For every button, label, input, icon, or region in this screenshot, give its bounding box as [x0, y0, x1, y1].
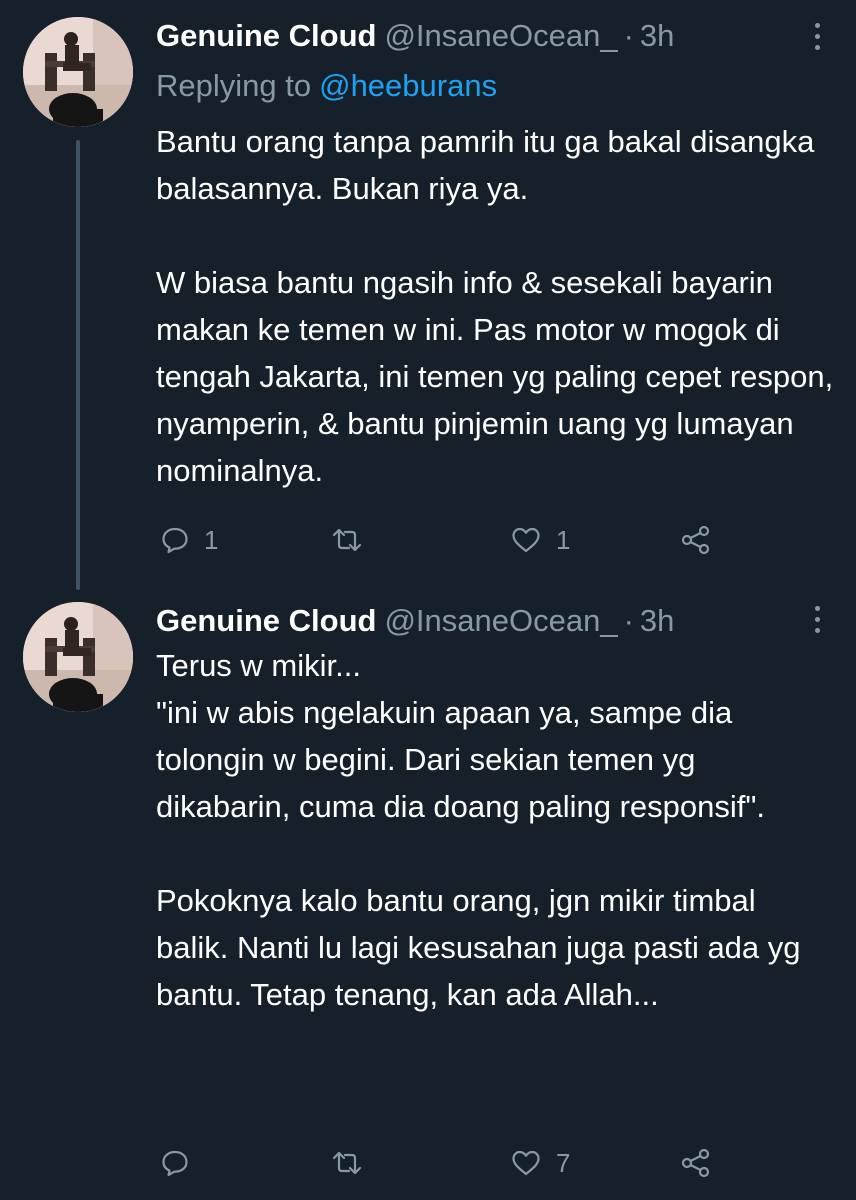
avatar[interactable] — [23, 602, 133, 712]
tweet-text: Terus w mikir... "ini w abis ngelakuin a… — [156, 642, 836, 1018]
avatar[interactable] — [23, 17, 133, 127]
more-options-icon[interactable] — [808, 599, 826, 639]
tweet-actions: 7 — [160, 1143, 720, 1183]
reply-button[interactable] — [160, 1143, 204, 1183]
like-button[interactable]: 1 — [510, 520, 570, 560]
like-icon — [510, 1148, 542, 1178]
tweet-paragraph: Terus w mikir... — [156, 648, 361, 683]
tweet-paragraph: Pokoknya kalo bantu orang, jgn mikir tim… — [156, 883, 801, 1012]
retweet-button[interactable] — [330, 520, 378, 560]
tweet-timestamp[interactable]: 3h — [640, 603, 674, 638]
share-button[interactable] — [680, 1143, 712, 1183]
reply-count: 1 — [204, 524, 219, 555]
author-handle[interactable]: @InsaneOcean_ — [384, 18, 617, 53]
retweet-icon — [330, 525, 364, 555]
tweet[interactable]: Genuine Cloud @InsaneOcean_ · 3h Terus w mi… — [0, 580, 856, 1200]
separator-dot: · — [623, 18, 634, 53]
replying-to-label: Replying to — [156, 68, 312, 103]
retweet-icon — [330, 1148, 364, 1178]
retweet-button[interactable] — [330, 1143, 378, 1183]
share-icon — [680, 524, 712, 556]
reply-icon — [160, 525, 190, 555]
like-icon — [510, 525, 542, 555]
separator-dot: · — [623, 603, 634, 638]
tweet-timestamp[interactable]: 3h — [640, 18, 674, 53]
author-handle[interactable]: @InsaneOcean_ — [384, 603, 617, 638]
more-options-icon[interactable] — [808, 16, 826, 56]
thread-connector-line — [76, 140, 80, 590]
like-button[interactable]: 7 — [510, 1143, 570, 1183]
tweet-header: Genuine Cloud @InsaneOcean_ · 3h — [156, 14, 674, 58]
tweet-header: Genuine Cloud @InsaneOcean_ · 3h — [156, 599, 674, 643]
tweet-paragraph: W biasa bantu ngasih info & sesekali bay… — [156, 265, 834, 488]
author-name[interactable]: Genuine Cloud — [156, 603, 376, 638]
like-count: 1 — [556, 524, 571, 555]
reply-button[interactable]: 1 — [160, 520, 218, 560]
tweet[interactable]: Genuine Cloud @InsaneOcean_ · 3h Replying t… — [0, 0, 856, 590]
tweet-paragraph: Bantu orang tanpa pamrih itu ga bakal di… — [156, 124, 815, 206]
tweet-actions: 1 1 — [160, 520, 720, 560]
reply-mention-link[interactable]: @heeburans — [319, 68, 497, 103]
like-count: 7 — [556, 1147, 571, 1178]
share-icon — [680, 1147, 712, 1179]
tweet-text: Bantu orang tanpa pamrih itu ga bakal di… — [156, 118, 836, 494]
author-name[interactable]: Genuine Cloud — [156, 18, 376, 53]
reply-icon — [160, 1148, 190, 1178]
replying-to: Replying to @heeburans — [156, 64, 497, 108]
tweet-paragraph: "ini w abis ngelakuin apaan ya, sampe di… — [156, 695, 765, 824]
share-button[interactable] — [680, 520, 712, 560]
